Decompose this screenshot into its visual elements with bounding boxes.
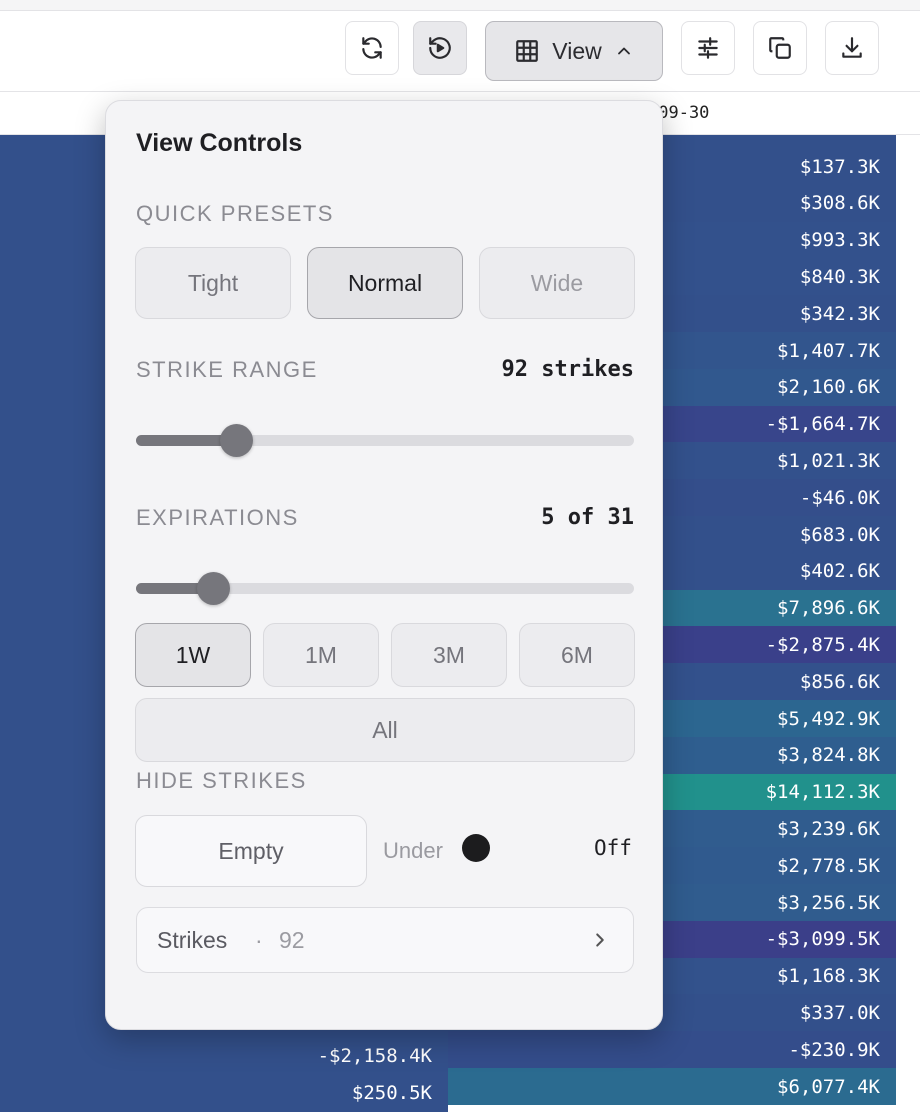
replay-button[interactable] [413, 21, 467, 75]
heatmap-cell[interactable]: $250.5K [0, 1074, 448, 1112]
scroll-gutter [896, 135, 920, 1107]
preset-normal-button[interactable]: Normal [307, 247, 463, 319]
expirations-label: EXPIRATIONS [136, 505, 299, 530]
expirations-handle[interactable] [197, 572, 231, 605]
copy-button[interactable] [753, 21, 807, 75]
strike-range-slider[interactable] [136, 424, 634, 457]
expiration-1w-button[interactable]: 1W [135, 623, 251, 687]
grid-icon [516, 40, 539, 62]
window-top-edge [0, 0, 920, 11]
settings-button[interactable] [681, 21, 735, 75]
expiration-1m-button[interactable]: 1M [263, 623, 379, 687]
replay-icon [429, 37, 451, 59]
expiration-all-button[interactable]: All [135, 698, 635, 762]
chevron-up-icon [617, 47, 630, 55]
quick-presets-label: QUICK PRESETS [136, 201, 334, 226]
strike-range-handle[interactable] [219, 424, 253, 457]
chevron-right-icon [596, 933, 604, 947]
view-button[interactable]: View [485, 21, 663, 81]
strike-range-label: STRIKE RANGE [136, 357, 318, 382]
panel-title: View Controls [136, 129, 303, 157]
hide-under-slider-handle[interactable] [462, 834, 490, 862]
download-icon [842, 37, 862, 58]
view-controls-popover: View Controls QUICK PRESETS Tight Normal W… [105, 100, 663, 1030]
hide-under-label: Under [383, 838, 443, 863]
sliders-icon [698, 37, 718, 59]
hide-strikes-label: HIDE STRIKES [136, 768, 307, 793]
view-button-label: View [552, 37, 602, 64]
download-button[interactable] [825, 21, 879, 75]
strikes-row-separator: · [255, 927, 263, 953]
expirations-slider[interactable] [136, 572, 634, 605]
hide-under-value: Off [594, 836, 632, 860]
strikes-selector-row[interactable]: Strikes · 92 [136, 907, 634, 973]
preset-tight-button[interactable]: Tight [135, 247, 291, 319]
preset-wide-button[interactable]: Wide [479, 247, 635, 319]
copy-icon [769, 37, 791, 59]
strike-range-value: 92 strikes [501, 357, 634, 382]
expirations-value: 5 of 31 [541, 505, 634, 530]
hide-empty-button[interactable]: Empty [135, 815, 367, 887]
expiration-6m-button[interactable]: 6M [519, 623, 635, 687]
toolbar: View [0, 11, 920, 92]
heatmap-cell[interactable]: $6,077.4K [448, 1068, 896, 1105]
refresh-icon [362, 37, 382, 59]
refresh-button[interactable] [345, 21, 399, 75]
heatmap-cell[interactable]: -$230.9K [448, 1031, 896, 1069]
strikes-row-count: 92 [279, 927, 305, 953]
heatmap-cell[interactable]: -$2,158.4K [0, 1037, 448, 1075]
expiration-3m-button[interactable]: 3M [391, 623, 507, 687]
strikes-row-label: Strikes [157, 927, 228, 953]
